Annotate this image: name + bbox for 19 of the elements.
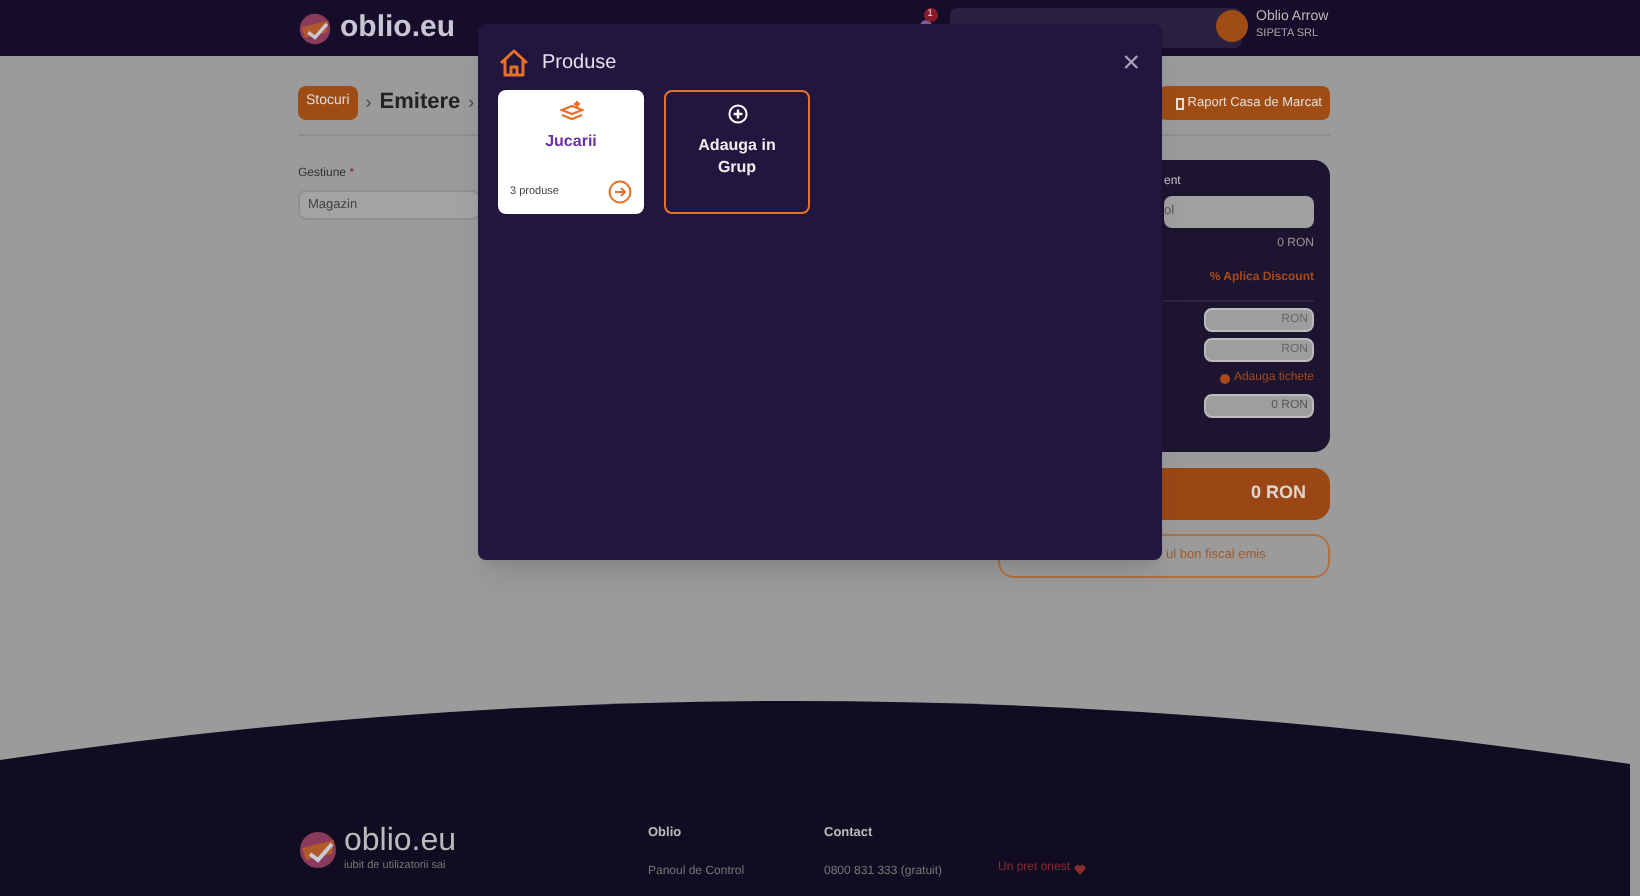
plus-circle-icon <box>727 104 747 124</box>
logo-text: oblio.eu <box>340 7 455 48</box>
breadcrumb-current: Emitere <box>379 88 461 119</box>
avatar[interactable] <box>1216 10 1248 42</box>
arrow-circle-icon[interactable] <box>608 180 632 204</box>
modal-title: Produse <box>542 50 617 78</box>
logo-icon <box>298 829 338 870</box>
footer-logo-text: oblio.eu <box>344 824 457 858</box>
breadcrumb-separator: › <box>468 89 475 116</box>
logo-icon <box>298 11 332 45</box>
group-name: Jucarii <box>545 130 597 154</box>
plus-icon <box>1219 374 1230 384</box>
add-to-group-button[interactable]: Adauga in Grup <box>664 90 810 214</box>
home-icon <box>498 48 530 78</box>
heart-icon <box>1074 863 1087 875</box>
layers-icon <box>559 100 583 122</box>
receipt-icon <box>1175 97 1184 109</box>
close-button[interactable]: × <box>1122 48 1140 78</box>
breadcrumb-separator: › <box>365 89 372 116</box>
